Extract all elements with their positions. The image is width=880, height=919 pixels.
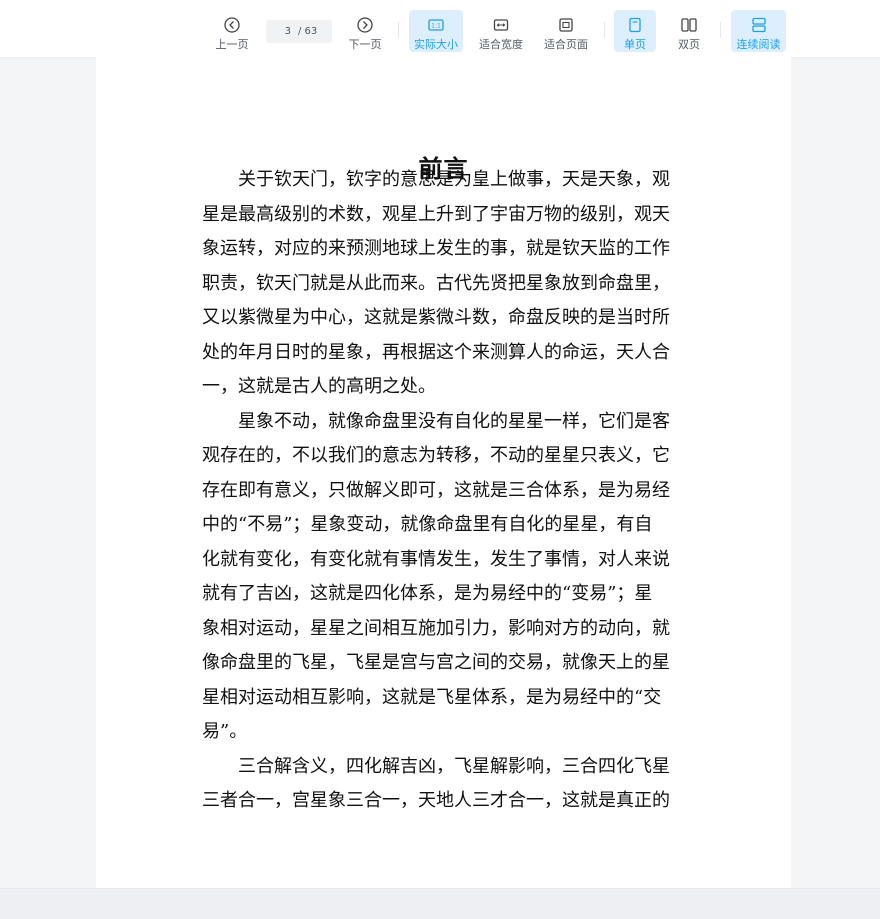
- paragraph: 三合解含义，四化解吉凶，飞星解影响，三合四化飞星 三者合一，宫星象三合一，天地人…: [202, 750, 688, 819]
- arrow-right-circle-icon: [357, 17, 373, 33]
- paragraph: 星象不动，就像命盘里没有自化的星星一样，它们是客 观存在的，不以我们的意志为转移…: [202, 405, 688, 750]
- actual-size-icon: 1:1: [428, 19, 444, 31]
- arrow-left-circle-icon: [224, 17, 240, 33]
- text-line: 三合解含义，四化解吉凶，飞星解影响，三合四化飞星: [238, 755, 670, 777]
- text-line: 化就有变化，有变化就有事情发生，发生了事情，对人来说: [202, 548, 670, 570]
- text-line: 观存在的，不以我们的意志为转移，不动的星星只表义，它: [202, 445, 670, 466]
- text-line: 象相对运动，星星之间相互施加引力，影响对方的动向，就: [202, 617, 670, 639]
- text-line: 关于钦天门，钦字的意思是为皇上做事，天是天象，观: [238, 169, 670, 190]
- text-line: 就有了吉凶，这就是四化体系，是为易经中的“变易”；星: [202, 583, 653, 604]
- total-pages: 63: [304, 26, 318, 37]
- continuous-reading-icon: [751, 17, 766, 33]
- single-page-label: 单页: [624, 38, 646, 51]
- single-page-icon: [629, 17, 641, 33]
- double-page-button[interactable]: 双页: [668, 10, 710, 52]
- page-indicator: / 63: [266, 20, 332, 43]
- viewer-toolbar: 上一页 / 63 下一页 1:1 实际大小 适合宽度 适合页面: [0, 0, 880, 58]
- page-separator: /: [297, 26, 302, 37]
- svg-text:1:1: 1:1: [431, 23, 441, 30]
- text-line: 易”。: [202, 721, 248, 742]
- current-page-input[interactable]: [280, 26, 295, 37]
- next-page-label: 下一页: [348, 38, 382, 51]
- toolbar-divider: [720, 22, 721, 38]
- fit-page-icon: [559, 18, 573, 32]
- document-page: 前言 关于钦天门，钦字的意思是为皇上做事，天是天象，观 星是最高级别的术数，观星…: [96, 57, 791, 888]
- bottom-bar: [0, 888, 880, 919]
- double-page-icon: [681, 18, 697, 32]
- fit-width-button[interactable]: 适合宽度: [476, 10, 526, 52]
- text-line: 星相对运动相互影响，这就是飞星体系，是为易经中的“交: [202, 686, 662, 708]
- text-line: 中的“不易”；星象变动，就像命盘里有自化的星星，有自: [202, 514, 653, 535]
- document-body: 关于钦天门，钦字的意思是为皇上做事，天是天象，观 星是最高级别的术数，观星上升到…: [202, 163, 688, 819]
- toolbar-divider: [398, 22, 399, 38]
- continuous-reading-button[interactable]: 连续阅读: [731, 10, 786, 52]
- text-line: 一，这就是古人的高明之处。: [202, 376, 436, 397]
- single-page-button[interactable]: 单页: [614, 10, 656, 52]
- text-line: 存在即有意义，只做解义即可，这就是三合体系，是为易经: [202, 479, 670, 501]
- text-line: 又以紫微星为中心，这就是紫微斗数，命盘反映的是当时所: [202, 307, 670, 328]
- text-line: 星是最高级别的术数，观星上升到了宇宙万物的级别，观天: [202, 203, 670, 225]
- paragraph: 关于钦天门，钦字的意思是为皇上做事，天是天象，观 星是最高级别的术数，观星上升到…: [202, 163, 688, 405]
- actual-size-button[interactable]: 1:1 实际大小: [409, 10, 463, 52]
- text-line: 三者合一，宫星象三合一，天地人三才合一，这就是真正的: [202, 790, 670, 811]
- prev-page-label: 上一页: [215, 38, 249, 51]
- continuous-reading-label: 连续阅读: [736, 38, 781, 51]
- fit-page-button[interactable]: 适合页面: [541, 10, 591, 52]
- text-line: 职责，钦天门就是从此而来。古代先贤把星象放到命盘里，: [202, 272, 670, 294]
- toolbar-divider: [604, 22, 605, 38]
- fit-width-icon: [493, 19, 509, 31]
- text-line: 像命盘里的飞星，飞星是宫与宫之间的交易，就像天上的星: [202, 652, 670, 673]
- double-page-label: 双页: [678, 38, 700, 51]
- text-line: 处的年月日时的星象，再根据这个来测算人的命运，天人合: [202, 341, 670, 363]
- next-page-button[interactable]: 下一页: [345, 10, 385, 52]
- actual-size-label: 实际大小: [414, 38, 458, 51]
- fit-page-label: 适合页面: [544, 38, 588, 51]
- text-line: 星象不动，就像命盘里没有自化的星星一样，它们是客: [238, 410, 670, 432]
- text-line: 象运转，对应的来预测地球上发生的事，就是钦天监的工作: [202, 238, 670, 259]
- prev-page-button[interactable]: 上一页: [212, 10, 252, 52]
- fit-width-label: 适合宽度: [479, 38, 523, 51]
